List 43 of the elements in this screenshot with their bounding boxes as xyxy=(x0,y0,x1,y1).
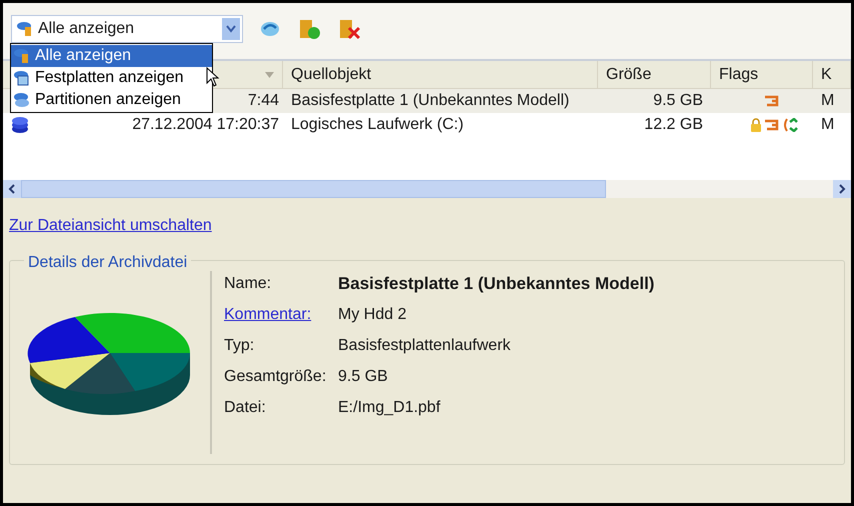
source-cell-text: Basisfestplatte 1 (Unbekanntes Modell) xyxy=(290,91,570,111)
view-option-icon xyxy=(13,92,31,108)
field-value: My Hdd 2 xyxy=(338,304,406,324)
source-cell-text: Logisches Laufwerk (C:) xyxy=(290,115,465,135)
size-cell-text: 12.2 GB xyxy=(643,115,704,135)
field-label: Typ: xyxy=(224,336,256,356)
view-option-icon xyxy=(13,70,31,86)
field-label: Name: xyxy=(224,274,272,294)
field-label: Gesamtgröße: xyxy=(224,366,328,386)
size-cell-text: 9.5 GB xyxy=(652,91,704,111)
lock-icon xyxy=(750,118,762,132)
column-header[interactable]: K xyxy=(813,61,851,88)
scroll-left-icon[interactable] xyxy=(3,180,21,198)
date-cell-text: 7:44 xyxy=(248,91,279,111)
field-value: Basisfestplatte 1 (Unbekanntes Modell) xyxy=(338,272,654,295)
sync-arrows-icon xyxy=(782,118,798,132)
column-header[interactable]: Größe xyxy=(598,61,711,88)
view-option-icon xyxy=(16,21,34,37)
connector-icon xyxy=(764,94,780,108)
connector-icon xyxy=(764,118,780,132)
view-option-icon xyxy=(13,48,31,64)
disk-stack-icon xyxy=(11,116,29,134)
field-label: Datei: xyxy=(224,398,267,418)
dropdown-option[interactable]: Partitionen anzeigen xyxy=(11,89,212,111)
scroll-thumb[interactable] xyxy=(21,180,606,198)
field-value: E:/Img_D1.pbf xyxy=(338,398,440,418)
field-label-link[interactable]: Kommentar: xyxy=(224,302,338,326)
table-cell-text: M xyxy=(820,115,836,135)
dropdown-option[interactable]: Alle anzeigen xyxy=(11,45,212,67)
switch-view-link[interactable]: Zur Dateiansicht umschalten xyxy=(9,217,212,234)
column-header[interactable]: Quellobjekt xyxy=(283,61,598,88)
date-cell-text: 27.12.2004 17:20:37 xyxy=(132,115,279,135)
field-value: 9.5 GB xyxy=(338,366,388,386)
view-select[interactable]: Alle anzeigen xyxy=(11,15,243,43)
remove-archive-icon[interactable] xyxy=(337,18,361,40)
sort-arrow-icon xyxy=(265,72,274,78)
table-cell-text: M xyxy=(820,91,836,111)
add-archive-icon[interactable] xyxy=(297,18,321,40)
horizontal-scrollbar[interactable] xyxy=(3,180,851,198)
scroll-right-icon[interactable] xyxy=(833,180,851,198)
field-value: Basisfestplattenlaufwerk xyxy=(338,336,511,356)
refresh-icon[interactable] xyxy=(259,19,281,39)
column-header[interactable]: Flags xyxy=(711,61,813,88)
